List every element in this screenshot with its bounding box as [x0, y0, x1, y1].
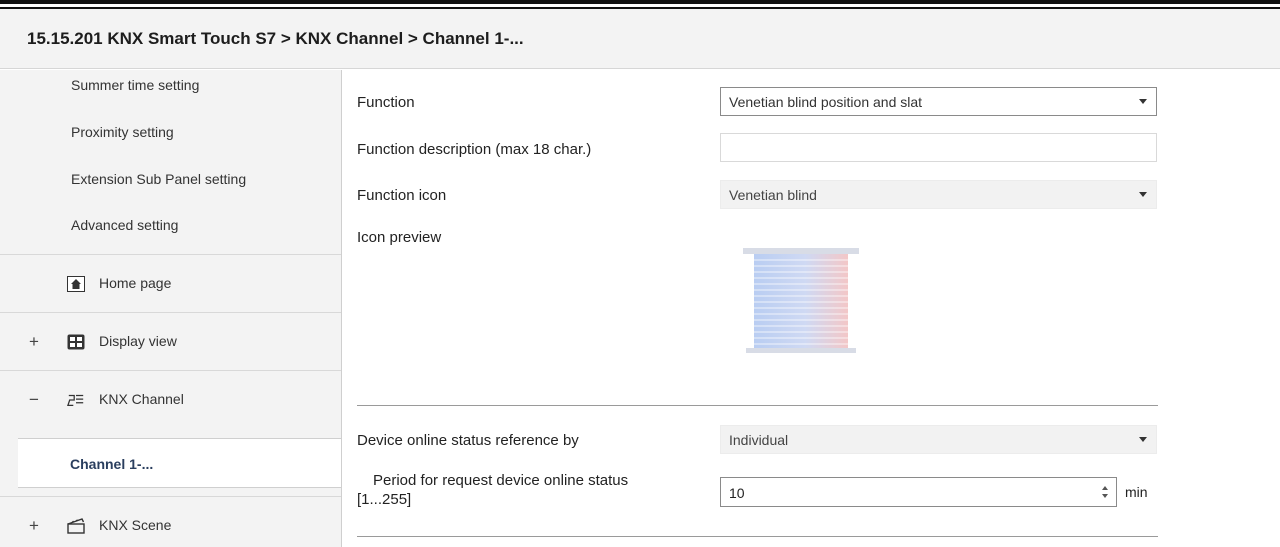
icon-preview-label: Icon preview: [357, 229, 442, 246]
expand-icon[interactable]: +: [28, 516, 40, 536]
collapse-icon[interactable]: −: [28, 390, 40, 410]
chevron-down-icon: [1139, 437, 1147, 442]
venetian-blind-icon: [743, 248, 859, 353]
sidebar-item-label: Home page: [99, 275, 172, 291]
header-bar: 15.15.201 KNX Smart Touch S7 > KNX Chann…: [0, 9, 1280, 69]
sidebar-item-advanced[interactable]: Advanced setting: [71, 217, 178, 233]
sidebar-item-label: Display view: [99, 333, 177, 349]
section-divider: [357, 405, 1158, 406]
period-range-label: [1...255]: [357, 491, 412, 508]
sidebar-item-knx-scene[interactable]: + KNX Scene: [0, 496, 341, 547]
sidebar-item-extension-sub-panel[interactable]: Extension Sub Panel setting: [71, 171, 246, 187]
sidebar-item-channel-1[interactable]: Channel 1-...: [18, 438, 341, 488]
device-online-status-label: Device online status reference by: [357, 432, 579, 449]
display-view-icon: [67, 334, 85, 350]
sidebar-item-summer-time[interactable]: Summer time setting: [71, 77, 199, 93]
clapperboard-icon: [67, 518, 85, 534]
breadcrumb: 15.15.201 KNX Smart Touch S7 > KNX Chann…: [27, 29, 524, 48]
sidebar-item-proximity[interactable]: Proximity setting: [71, 124, 174, 140]
device-online-status-select[interactable]: Individual: [720, 425, 1157, 454]
function-icon-label: Function icon: [357, 187, 447, 204]
home-icon: [67, 276, 85, 292]
expand-icon[interactable]: +: [28, 332, 40, 352]
function-select-value: Venetian blind position and slat: [729, 94, 923, 110]
chevron-down-icon: [1139, 99, 1147, 104]
sidebar-item-label: KNX Scene: [99, 517, 172, 533]
period-input[interactable]: 10: [720, 477, 1117, 507]
parameter-panel: Function Venetian blind position and sla…: [343, 70, 1280, 547]
sidebar-item-display-view[interactable]: + Display view: [0, 312, 341, 370]
section-divider: [357, 536, 1158, 537]
sidebar-item-label: KNX Channel: [99, 391, 184, 407]
sidebar-item-home-page[interactable]: Home page: [0, 254, 341, 312]
function-select[interactable]: Venetian blind position and slat: [720, 87, 1157, 116]
period-unit: min: [1125, 484, 1148, 500]
sidebar: Summer time setting Proximity setting Ex…: [0, 70, 342, 547]
function-icon-select[interactable]: Venetian blind: [720, 180, 1157, 209]
spinner-arrows-icon[interactable]: [1100, 483, 1110, 501]
function-icon-select-value: Venetian blind: [729, 187, 817, 203]
window-top-border: [0, 0, 1280, 4]
period-label: Period for request device online status: [373, 472, 629, 489]
function-label: Function: [357, 94, 415, 111]
knx-channel-icon: [67, 394, 84, 407]
function-description-input[interactable]: [720, 133, 1157, 162]
device-online-status-value: Individual: [729, 432, 789, 448]
sidebar-item-label: Channel 1-...: [70, 456, 154, 472]
period-input-value: 10: [729, 485, 745, 501]
sidebar-item-knx-channel[interactable]: − KNX Channel: [0, 370, 341, 428]
chevron-down-icon: [1139, 192, 1147, 197]
function-description-label: Function description (max 18 char.): [357, 141, 592, 158]
